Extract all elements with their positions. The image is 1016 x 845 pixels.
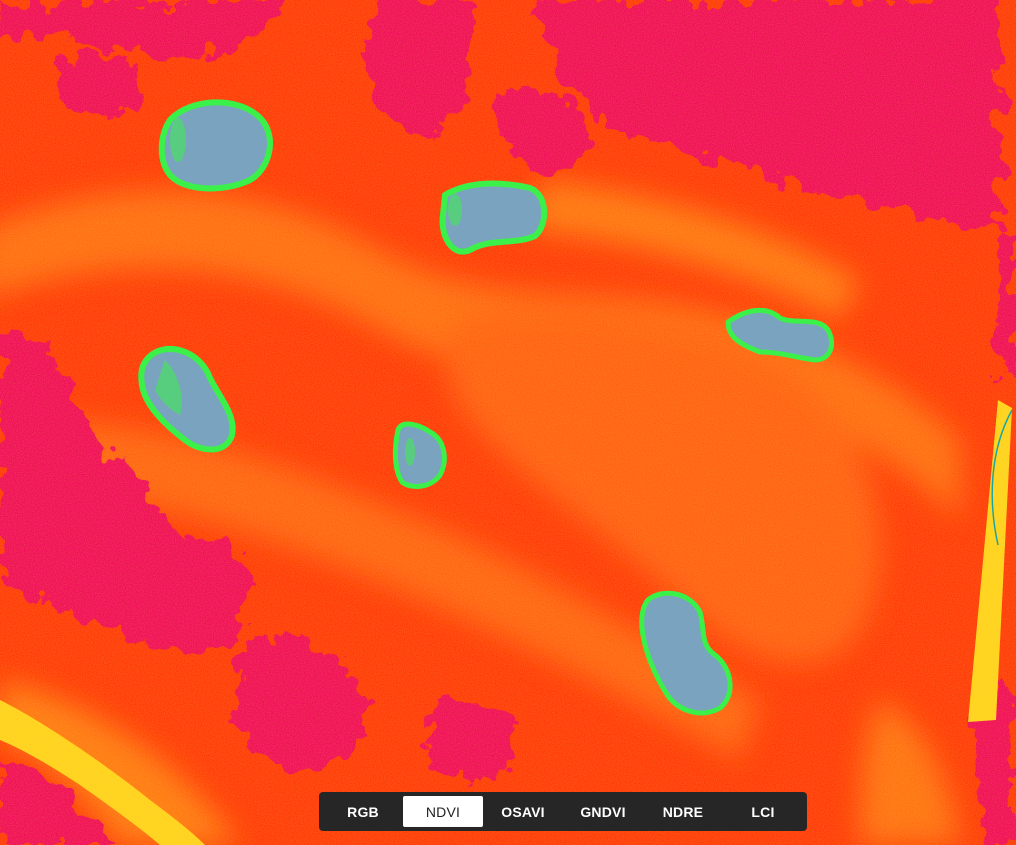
ndre-button[interactable]: NDRE bbox=[643, 796, 723, 827]
lci-button[interactable]: LCI bbox=[723, 796, 803, 827]
ndvi-map-image[interactable] bbox=[0, 0, 1016, 845]
index-toolbar: RGB NDVI OSAVI GNDVI NDRE LCI bbox=[319, 792, 807, 831]
map-viewer[interactable]: RGB NDVI OSAVI GNDVI NDRE LCI bbox=[0, 0, 1016, 845]
gndvi-button[interactable]: GNDVI bbox=[563, 796, 643, 827]
texture-grain bbox=[0, 0, 1016, 845]
rgb-button[interactable]: RGB bbox=[323, 796, 403, 827]
osavi-button[interactable]: OSAVI bbox=[483, 796, 563, 827]
ndvi-button[interactable]: NDVI bbox=[403, 796, 483, 827]
